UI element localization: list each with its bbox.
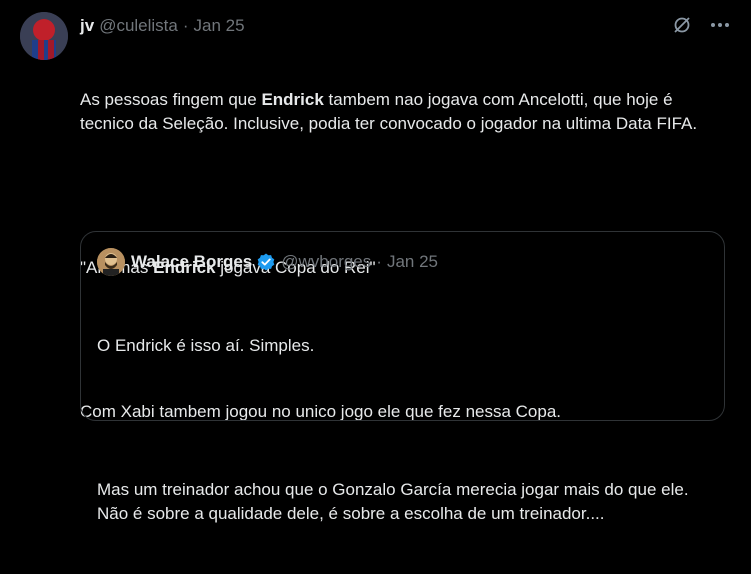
highlight-term: Endrick [261, 90, 324, 109]
author-name[interactable]: jv [80, 16, 94, 36]
more-icon[interactable] [709, 14, 731, 36]
quoted-author-avatar [97, 248, 125, 276]
tweet-actions [671, 14, 731, 36]
quoted-paragraph-2: Mas um treinador achou que o Gonzalo Gar… [97, 480, 694, 523]
verified-badge-icon [256, 252, 276, 272]
grok-icon[interactable] [671, 14, 693, 36]
quoted-author-handle: @wvborges [281, 252, 372, 271]
timestamp[interactable]: Jan 25 [194, 16, 245, 36]
author-handle[interactable]: @culelista [99, 16, 178, 36]
quoted-tweet[interactable]: Walace Borges @wvborges · Jan 25 O Endri… [80, 231, 725, 523]
tweet[interactable]: jv @culelista · Jan 25 As pessoas fingem… [0, 0, 751, 523]
tweet-header: jv @culelista · Jan 25 [80, 14, 681, 38]
quoted-author-name: Walace Borges [131, 252, 253, 271]
quoted-tweet-text: O Endrick é isso aí. Simples. Mas um tre… [97, 286, 707, 574]
text-span: As pessoas fingem que [80, 90, 262, 109]
quoted-paragraph-1: O Endrick é isso aí. Simples. [97, 336, 315, 355]
separator-dot: · [182, 16, 189, 35]
author-avatar[interactable] [20, 12, 68, 60]
quoted-timestamp: Jan 25 [386, 252, 438, 271]
separator-dot: · [376, 252, 382, 271]
tweet-paragraph-1: As pessoas fingem que Endrick tambem nao… [80, 88, 730, 136]
quoted-tweet-header: Walace Borges @wvborges · Jan 25 [97, 248, 438, 276]
